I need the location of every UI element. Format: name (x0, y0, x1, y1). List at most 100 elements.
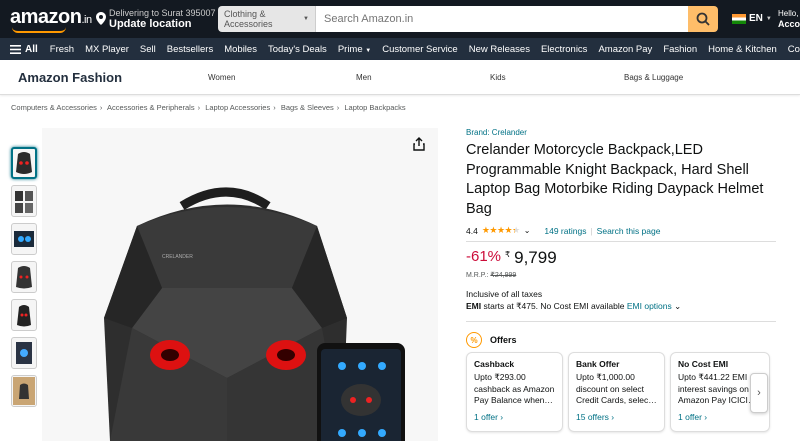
dropdown-caret-icon: ▼ (303, 16, 309, 22)
nav-item-prime[interactable]: Prime ▼ (338, 44, 371, 55)
backpack-thumb-icon (15, 191, 33, 213)
emi-text: starts at ₹475. No Cost EMI available (483, 301, 625, 311)
chevron-down-icon: ⌄ (674, 301, 682, 311)
account-text: Accou (778, 19, 800, 29)
search-this-page-link[interactable]: Search this page (597, 226, 661, 236)
breadcrumb-item[interactable]: Bags & Sleeves (281, 103, 334, 112)
breadcrumb-separator: › (197, 103, 201, 112)
nav-item-fresh[interactable]: Fresh (50, 44, 74, 55)
discount-percent: -61% (466, 248, 502, 265)
search-input[interactable] (316, 6, 688, 32)
rating-value: 4.4 (466, 225, 478, 236)
account-menu[interactable]: Hello, Accou (778, 9, 800, 30)
thumbnail-6[interactable] (11, 337, 37, 369)
breadcrumb: Computers & Accessories › Accessories & P… (11, 103, 406, 112)
thumbnail-3[interactable] (11, 223, 37, 255)
nav-item-customer-service[interactable]: Customer Service (382, 44, 458, 55)
price-row: -61% ₹ 9,799 (466, 248, 557, 268)
backpack-thumb-icon (16, 152, 32, 174)
divider (466, 241, 776, 242)
search-category-select[interactable]: Clothing & Accessories ▼ (218, 6, 316, 32)
nav-item-computers[interactable]: Compute (788, 44, 800, 55)
hello-text: Hello, (778, 9, 799, 18)
location-pin-icon (96, 12, 106, 28)
thumbnail-4[interactable] (11, 261, 37, 293)
breadcrumb-separator: › (99, 103, 103, 112)
thumbnail-1[interactable] (11, 147, 37, 179)
breadcrumb-item[interactable]: Computers & Accessories (11, 103, 97, 112)
deliver-line1: Delivering to Surat 395007 (109, 8, 216, 18)
chevron-down-icon[interactable]: ⌄ (524, 226, 531, 235)
brand-link[interactable]: Brand: Crelander (466, 128, 776, 137)
offer-link[interactable]: 15 offers › (576, 412, 657, 422)
offer-description: Upto ₹293.00 cashback as Amazon Pay Bala… (474, 372, 555, 405)
taxes-note: Inclusive of all taxes (466, 289, 543, 299)
logo-text: amazon (10, 6, 82, 28)
rating-row: 4.4 ★★★★★ ⌄ 149 ratings | Search this pa… (466, 225, 776, 236)
offer-title: No Cost EMI (678, 359, 729, 369)
fashion-subheader: Amazon Fashion Women Men Kids Bags & Lug… (0, 60, 800, 95)
breadcrumb-item[interactable]: Laptop Accessories (205, 103, 270, 112)
fashion-cat-men[interactable]: Men (356, 73, 372, 82)
all-label: All (25, 43, 38, 55)
mrp: M.R.P.: ₹24,999 (466, 271, 516, 279)
fashion-cat-bags-luggage[interactable]: Bags & Luggage (624, 73, 683, 82)
price-value: 9,799 (514, 248, 557, 267)
star-rating-icon[interactable]: ★★★★★ (482, 225, 520, 236)
fashion-cat-kids[interactable]: Kids (490, 73, 506, 82)
offer-card-bank[interactable]: Bank Offer Upto ₹1,000.00 discount on se… (568, 352, 665, 432)
offer-link[interactable]: 1 offer › (678, 412, 762, 422)
nav-item-new-releases[interactable]: New Releases (469, 44, 530, 55)
hamburger-menu-icon (10, 44, 21, 54)
offer-card-cashback[interactable]: Cashback Upto ₹293.00 cashback as Amazon… (466, 352, 563, 432)
nav-item-amazon-pay[interactable]: Amazon Pay (598, 44, 652, 55)
divider: | (590, 225, 593, 236)
product-title: Crelander Motorcycle Backpack,LED Progra… (466, 142, 764, 217)
share-icon[interactable] (412, 137, 426, 151)
logo-suffix: .in (81, 14, 92, 26)
thumbnail-2[interactable] (11, 185, 37, 217)
nav-item-sell[interactable]: Sell (140, 44, 156, 55)
divider (466, 321, 776, 322)
deliver-location[interactable]: Delivering to Surat 395007 Update locati… (96, 8, 216, 31)
language-selector[interactable]: EN ▼ (732, 13, 772, 24)
dropdown-caret-icon: ▼ (765, 15, 772, 22)
amazon-logo[interactable]: amazon.in (10, 6, 92, 29)
thumbnail-5[interactable] (11, 299, 37, 331)
backpack-thumb-icon (16, 342, 32, 364)
main-product-image[interactable]: CRELANDER (42, 128, 438, 441)
carousel-next-button[interactable]: › (750, 373, 768, 413)
nav-item-home-kitchen[interactable]: Home & Kitchen (708, 44, 777, 55)
search-bar: Clothing & Accessories ▼ (218, 6, 718, 32)
ratings-count-link[interactable]: 149 ratings (544, 226, 586, 236)
nav-item-todays-deals[interactable]: Today's Deals (268, 44, 327, 55)
product-info: Brand: Crelander Crelander Motorcycle Ba… (466, 128, 776, 236)
all-menu-button[interactable]: All (10, 44, 38, 55)
nav-item-bestsellers[interactable]: Bestsellers (167, 44, 213, 55)
image-brand-text: CRELANDER (162, 254, 193, 260)
thumbnail-strip (11, 147, 39, 413)
breadcrumb-item[interactable]: Accessories & Peripherals (107, 103, 195, 112)
thumbnail-7[interactable] (11, 375, 37, 407)
nav-item-electronics[interactable]: Electronics (541, 44, 587, 55)
fashion-title[interactable]: Amazon Fashion (18, 70, 122, 85)
language-label: EN (749, 13, 763, 24)
logo-smile-icon (12, 27, 66, 33)
offer-title: Cashback (474, 359, 515, 369)
breadcrumb-item[interactable]: Laptop Backpacks (344, 103, 405, 112)
nav-item-prime-label: Prime (337, 43, 363, 55)
search-button[interactable] (688, 6, 718, 32)
nav-item-mobiles[interactable]: Mobiles (224, 44, 257, 55)
nav-item-fashion[interactable]: Fashion (663, 44, 697, 55)
dropdown-caret-icon: ▼ (365, 47, 372, 54)
search-icon (696, 12, 710, 26)
emi-row: EMI starts at ₹475. No Cost EMI availabl… (466, 301, 681, 312)
offer-link[interactable]: 1 offer › (474, 412, 555, 422)
fashion-cat-women[interactable]: Women (208, 73, 235, 82)
offers-header: % Offers (466, 332, 517, 348)
emi-options-link[interactable]: EMI options ⌄ (627, 301, 681, 311)
currency-symbol: ₹ (505, 250, 511, 259)
offer-description: Upto ₹1,000.00 discount on select Credit… (576, 372, 657, 405)
nav-item-mx-player[interactable]: MX Player (85, 44, 129, 55)
update-location: Update location (109, 18, 192, 30)
